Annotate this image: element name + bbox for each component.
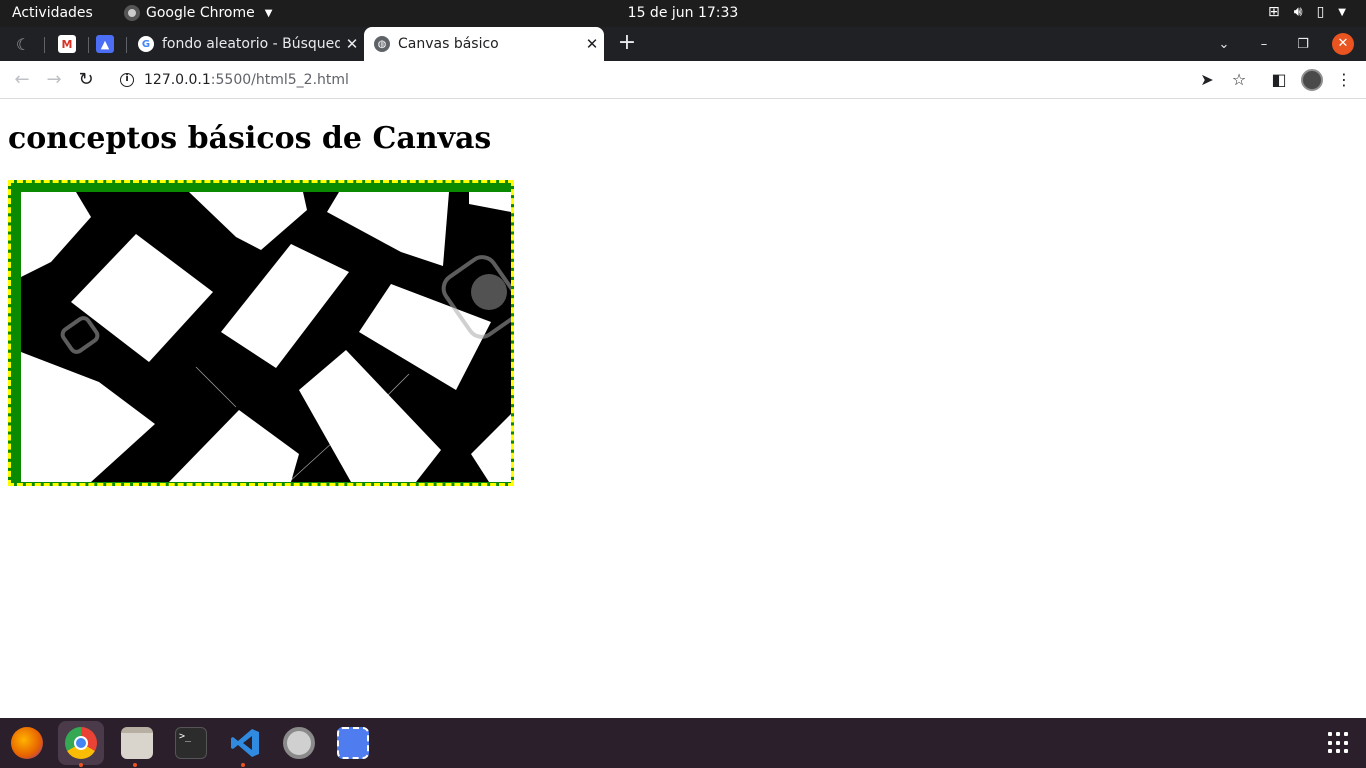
page-viewport: conceptos básicos de Canvas 123RF <box>0 100 1366 718</box>
new-tab-button[interactable]: + <box>616 31 638 55</box>
vscode-icon[interactable] <box>229 727 261 759</box>
browser-toolbar: ← → ↻ i 127.0.0.1:5500/html5_2.html ➤ ☆ … <box>0 61 1366 99</box>
forward-button[interactable]: → <box>42 68 66 92</box>
site-info-icon[interactable]: i <box>120 73 134 87</box>
tab-title: Canvas básico <box>398 36 499 52</box>
canvas-background-image: 123RF <box>21 192 511 482</box>
battery-icon: ▯ <box>1316 4 1325 20</box>
send-tab-icon[interactable]: ➤ <box>1197 70 1217 90</box>
app-menu-label: Google Chrome <box>146 5 255 21</box>
restore-button[interactable]: ❐ <box>1291 27 1315 61</box>
files-icon[interactable] <box>121 727 153 759</box>
volume-icon: 🔊︎ <box>1293 4 1303 20</box>
close-tab-icon[interactable]: ✕ <box>340 35 364 53</box>
reload-button[interactable]: ↻ <box>74 68 98 92</box>
show-applications-icon[interactable] <box>1328 732 1350 754</box>
system-top-bar: Actividades Google Chrome ▼ 15 de jun 17… <box>0 0 1366 27</box>
close-window-button[interactable]: ✕ <box>1332 33 1354 55</box>
pinned-tab-loading-icon[interactable]: ☾ <box>14 35 32 54</box>
canvas-element: 123RF <box>8 180 514 486</box>
random-pattern-image: 123RF <box>21 192 511 482</box>
pinned-tab-gmail-icon[interactable]: M <box>58 35 76 53</box>
terminal-icon[interactable]: >_ <box>175 727 207 759</box>
globe-favicon-icon: ◍ <box>374 36 390 52</box>
power-menu-icon: ▼ <box>1338 7 1346 18</box>
caret-down-icon: ▼ <box>264 7 273 19</box>
system-tray[interactable]: ⊞ 🔊︎ ▯ ▼ <box>1268 4 1346 22</box>
url-path: :5500/html5_2.html <box>210 72 349 88</box>
tab-title: fondo aleatorio - Búsqueda <box>162 36 340 52</box>
ubuntu-dock: >_ <box>0 718 1366 768</box>
google-favicon-icon: G <box>138 36 154 52</box>
tab-google-search[interactable]: G fondo aleatorio - Búsqueda ✕ <box>128 27 364 61</box>
chrome-app-icon <box>124 5 140 21</box>
chrome-icon[interactable] <box>65 727 97 759</box>
settings-icon[interactable] <box>283 727 315 759</box>
bookmark-star-icon[interactable]: ☆ <box>1229 70 1249 90</box>
clock[interactable]: 15 de jun 17:33 <box>628 5 739 21</box>
pinned-tab-contacts-icon[interactable]: ▲ <box>96 35 114 53</box>
activities-button[interactable]: Actividades <box>12 5 93 21</box>
minimize-button[interactable]: – <box>1252 27 1276 61</box>
screenshot-icon[interactable] <box>337 727 369 759</box>
menu-kebab-icon[interactable]: ⋮ <box>1334 70 1354 90</box>
back-button[interactable]: ← <box>10 68 34 92</box>
close-tab-icon[interactable]: ✕ <box>580 35 604 53</box>
page-heading: conceptos básicos de Canvas <box>8 121 492 156</box>
tab-canvas-basico[interactable]: ◍ Canvas básico ✕ <box>364 27 604 61</box>
app-menu-button[interactable]: Google Chrome ▼ <box>124 5 272 21</box>
side-panel-icon[interactable]: ◧ <box>1269 70 1289 90</box>
address-bar[interactable]: i 127.0.0.1:5500/html5_2.html <box>108 65 1258 95</box>
tab-strip: ☾ M ▲ G fondo aleatorio - Búsqueda ✕ ◍ C… <box>0 27 1366 61</box>
firefox-icon[interactable] <box>11 727 43 759</box>
url-host: 127.0.0.1 <box>144 72 211 88</box>
tab-search-icon[interactable]: ⌄ <box>1212 27 1236 61</box>
profile-avatar[interactable] <box>1301 69 1323 91</box>
network-icon: ⊞ <box>1268 4 1280 20</box>
